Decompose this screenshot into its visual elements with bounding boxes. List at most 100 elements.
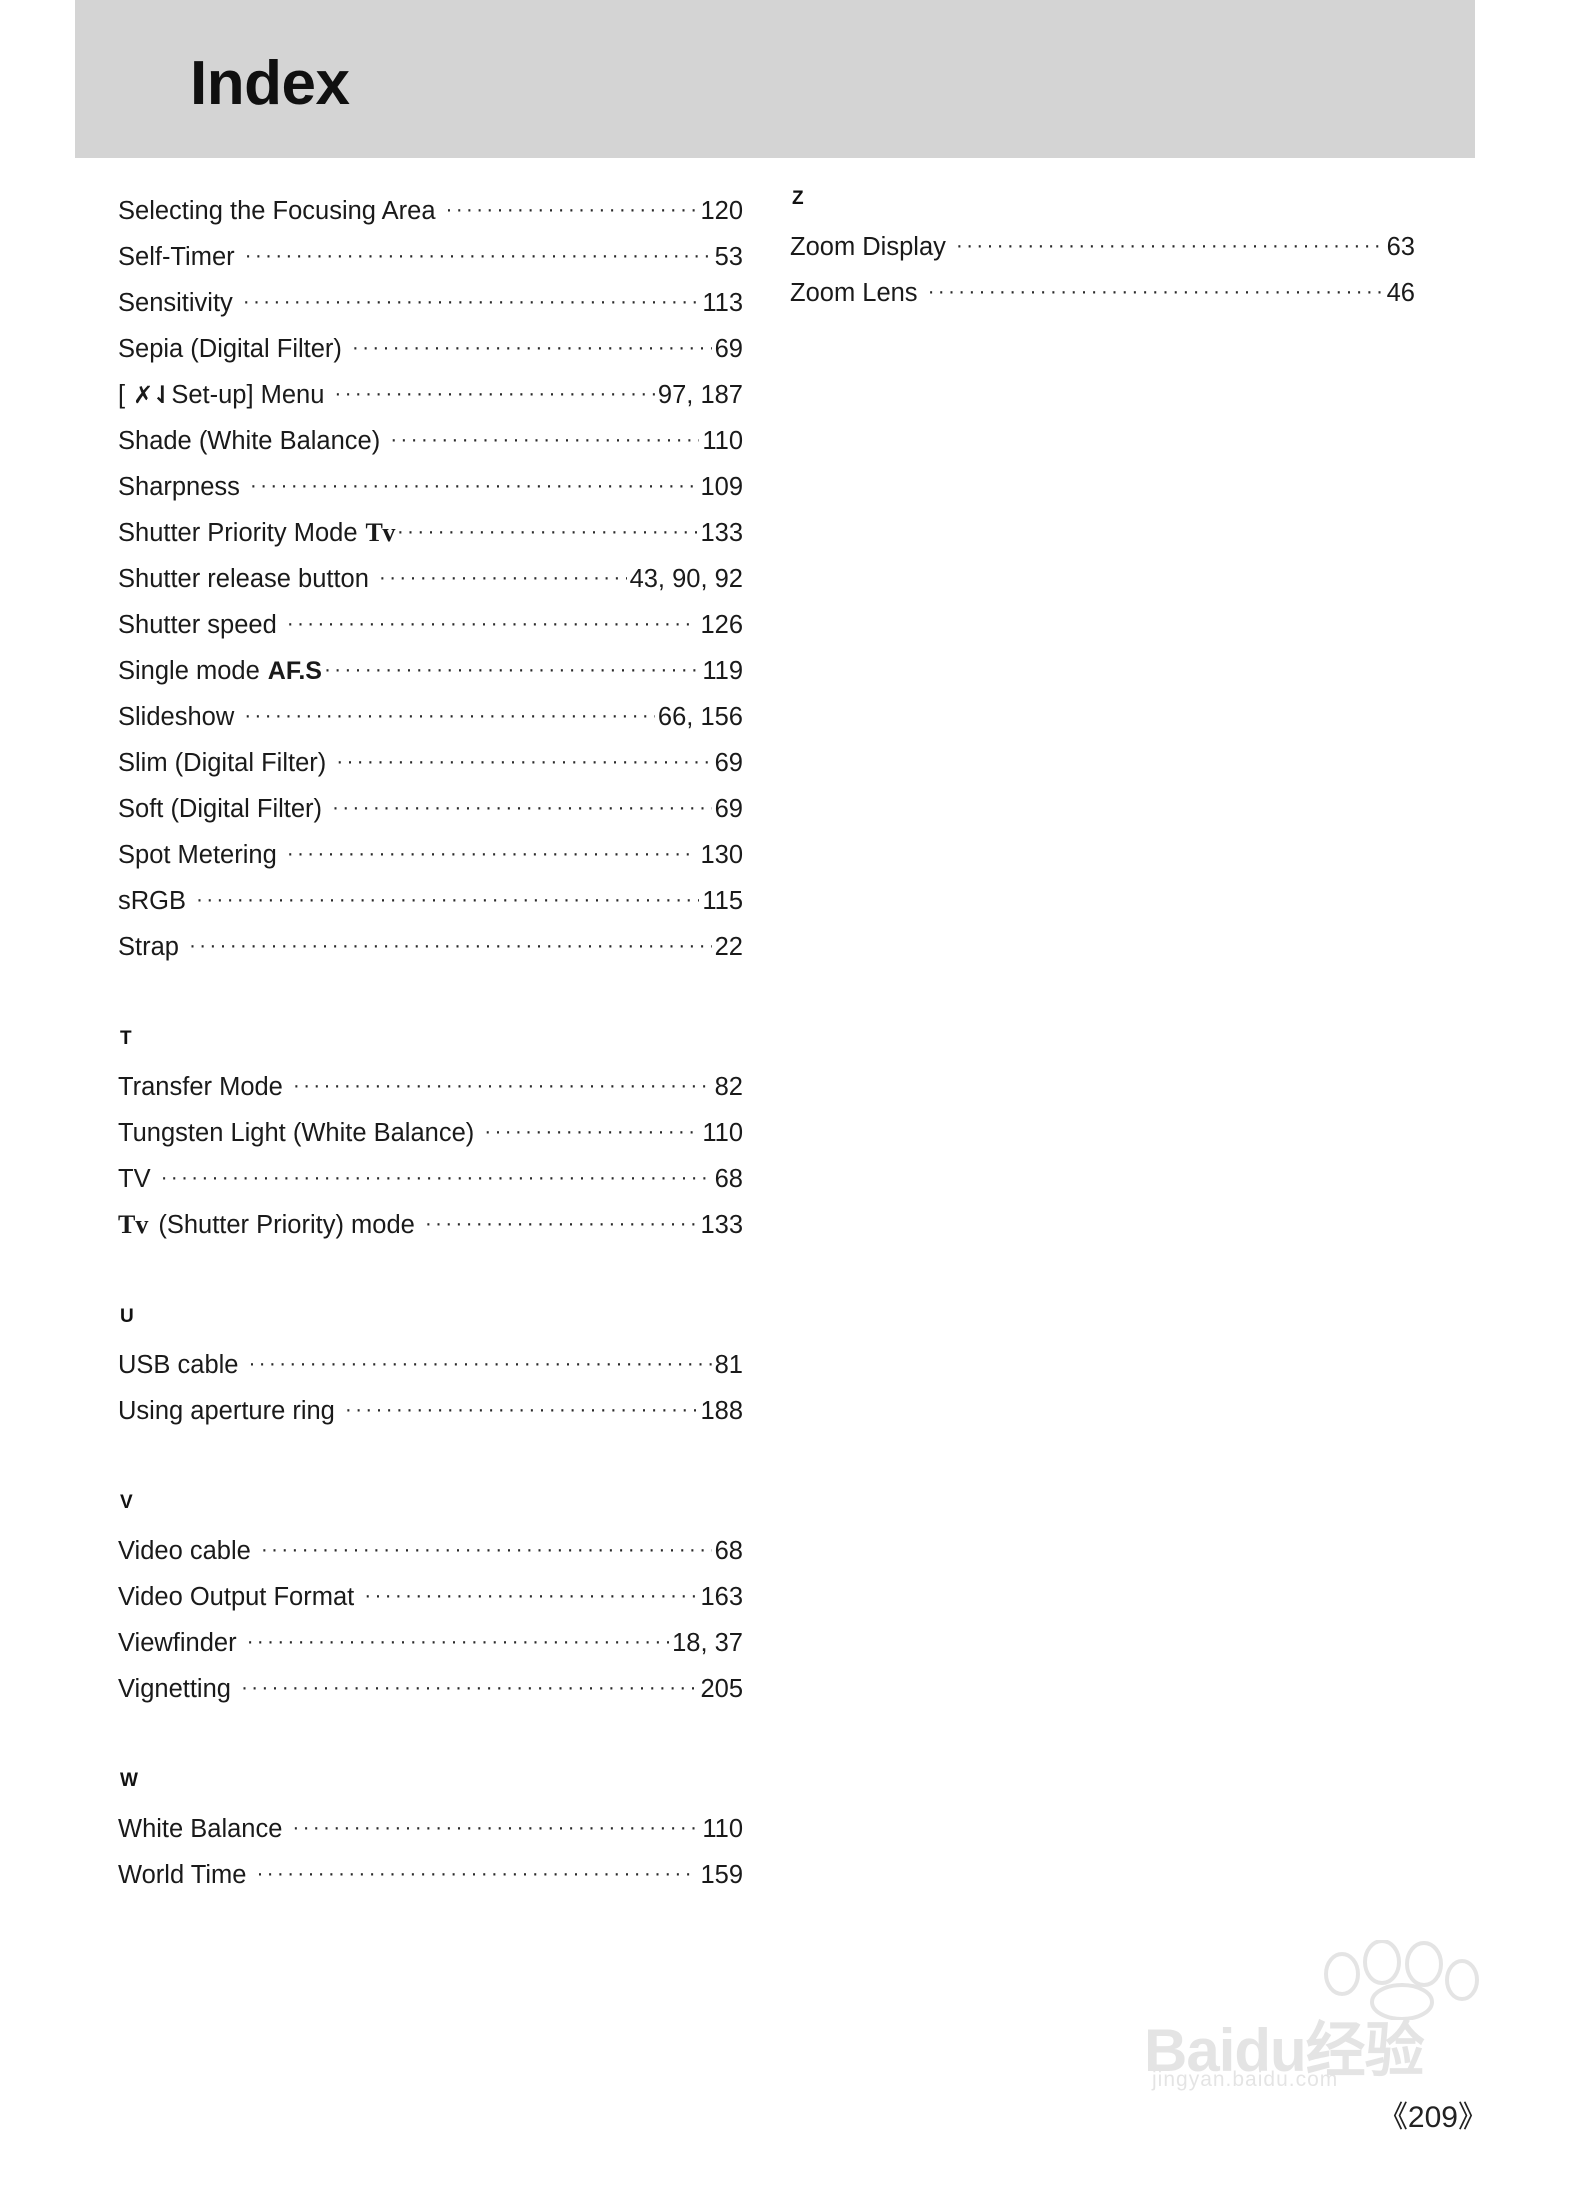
index-entry-page: 130: [700, 841, 743, 869]
leader-dots: ········································…: [286, 842, 698, 865]
index-entry-page: 43, 90, 92: [629, 565, 743, 593]
index-entry-label: [: [118, 381, 126, 409]
index-entry-page: 110: [702, 427, 743, 455]
index-entry-label: Sharpness: [118, 473, 240, 501]
index-entry[interactable]: Slim (Digital Filter) ···················…: [118, 740, 743, 786]
index-entry-page: 63: [1386, 233, 1415, 261]
index-entry-page: 18, 37: [672, 1629, 743, 1657]
index-entry-page: 22: [714, 933, 743, 961]
index-entry-page: 110: [702, 1119, 743, 1147]
index-entry[interactable]: Vignetting ······························…: [118, 1666, 743, 1712]
index-entry-label: Sepia (Digital Filter): [118, 335, 342, 363]
index-entry-label: Strap: [118, 933, 179, 961]
index-entry-label: Slideshow: [118, 703, 235, 731]
index-page: Index Selecting the Focusing Area ·······…: [0, 0, 1574, 2198]
index-entry-label: Vignetting: [118, 1675, 231, 1703]
setup-glyph-icon: ✗⇃: [133, 381, 172, 409]
index-entry-label: Shade (White Balance): [118, 427, 381, 455]
index-entry-page: 66, 156: [657, 703, 743, 731]
index-entry-label: Soft (Digital Filter): [118, 795, 323, 823]
leader-dots: ········································…: [240, 1676, 698, 1699]
index-entry[interactable]: Single mode AF.S ························…: [118, 648, 743, 694]
index-entry[interactable]: Viewfinder ······························…: [118, 1620, 743, 1666]
index-entry[interactable]: Slideshow ·······························…: [118, 694, 743, 740]
index-entry[interactable]: Shade (White Balance) ···················…: [118, 418, 743, 464]
index-entry-label: (Shutter Priority) mode: [158, 1211, 415, 1239]
index-entry[interactable]: Spot Metering ···························…: [118, 832, 743, 878]
index-entry-page: 120: [700, 197, 743, 225]
index-entry-label: Video Output Format: [118, 1583, 355, 1611]
leader-dots: ········································…: [256, 1862, 698, 1885]
index-section-letter: W: [120, 1770, 139, 1791]
index-entry[interactable]: Tv (Shutter Priority) mode ···············…: [118, 1202, 743, 1248]
index-entry-page: 81: [714, 1351, 743, 1379]
index-entry[interactable]: Self-Timer ······························…: [118, 234, 743, 280]
index-entry[interactable]: Selecting the Focusing Area ·············…: [118, 188, 743, 234]
index-entry-label: sRGB: [118, 887, 187, 915]
leader-dots: ········································…: [244, 244, 712, 267]
watermark: Baidu经验 jingyan.baidu.com: [1144, 1940, 1504, 2091]
leader-dots: ········································…: [378, 566, 627, 589]
index-section-letter: U: [120, 1306, 135, 1327]
index-entry[interactable]: Using aperture ring ·····················…: [118, 1388, 743, 1434]
index-entry-page: 69: [714, 335, 743, 363]
index-entry[interactable]: White Balance ···························…: [118, 1806, 743, 1852]
leader-dots: ········································…: [332, 796, 712, 819]
index-entry[interactable]: Sepia (Digital Filter) ··················…: [118, 326, 743, 372]
index-entry-label: Tungsten Light (White Balance): [118, 1119, 475, 1147]
index-entry[interactable]: Sharpness ·······························…: [118, 464, 743, 510]
index-entry-label: Slim (Digital Filter): [118, 749, 327, 777]
index-entry-label: Video cable: [118, 1537, 251, 1565]
index-entry-page: 68: [714, 1165, 743, 1193]
watermark-text: Baidu经验: [1144, 2017, 1425, 2084]
index-entry[interactable]: Shutter speed ···························…: [118, 602, 743, 648]
leader-dots: ········································…: [351, 336, 712, 359]
leader-dots: ········································…: [292, 1074, 712, 1097]
index-entry-label: Shutter speed: [118, 611, 277, 639]
leader-dots: ········································…: [445, 198, 698, 221]
index-entry-page: 188: [700, 1397, 743, 1425]
index-entry-page: 109: [700, 473, 743, 501]
index-entry-label-continued: Set-up] Menu: [171, 381, 325, 409]
index-entry[interactable]: Zoom Lens ·······························…: [790, 270, 1415, 316]
index-section-letter: Z: [792, 188, 805, 209]
index-entry[interactable]: World Time ······························…: [118, 1852, 743, 1898]
index-entry-page: 133: [700, 1211, 743, 1239]
index-entry-label: Zoom Display: [790, 233, 946, 261]
paw-logo-icon: [1324, 1940, 1479, 2020]
leader-dots: ········································…: [344, 1398, 698, 1421]
index-entry-label: World Time: [118, 1861, 247, 1889]
index-entry[interactable]: Sensitivity ·····························…: [118, 280, 743, 326]
index-entry-page: 115: [702, 887, 743, 915]
index-entry[interactable]: Video cable ·····························…: [118, 1528, 743, 1574]
leader-dots: ········································…: [196, 888, 699, 911]
leader-dots: ········································…: [396, 520, 698, 543]
index-entry[interactable]: USB cable ·······························…: [118, 1342, 743, 1388]
index-entry-label: Single mode: [118, 657, 260, 685]
index-section-letter: T: [120, 1028, 133, 1049]
watermark-subtext: jingyan.baidu.com: [1152, 2068, 1339, 2091]
index-entry-page: 113: [702, 289, 743, 317]
index-entry[interactable]: Video Output Format ·····················…: [118, 1574, 743, 1620]
index-entry[interactable]: Transfer Mode ···························…: [118, 1064, 743, 1110]
index-entry[interactable]: TV ······································…: [118, 1156, 743, 1202]
index-entry[interactable]: Soft (Digital Filter) ···················…: [118, 786, 743, 832]
index-entry[interactable]: Shutter Priority Mode Tv ················…: [118, 510, 743, 556]
index-entry[interactable]: Tungsten Light (White Balance) ··········…: [118, 1110, 743, 1156]
tv-glyph-icon: Tv: [365, 518, 396, 547]
index-entry-label: Transfer Mode: [118, 1073, 283, 1101]
index-entry-label: TV: [118, 1165, 151, 1193]
index-entry[interactable]: Strap ···································…: [118, 924, 743, 970]
index-entry-page: 110: [702, 1815, 743, 1843]
index-entry[interactable]: Zoom Display ····························…: [790, 224, 1415, 270]
afs-glyph-icon: AF.S: [267, 657, 322, 685]
leader-dots: ········································…: [927, 280, 1384, 303]
index-entry-label: USB cable: [118, 1351, 239, 1379]
index-entry[interactable]: Shutter release button ··················…: [118, 556, 743, 602]
leader-dots: ········································…: [249, 474, 698, 497]
index-entry[interactable]: sRGB ····································…: [118, 878, 743, 924]
mode-glyph-icon: Tv: [118, 1210, 149, 1239]
index-entry-page: 163: [700, 1583, 743, 1611]
index-entry-label: Using aperture ring: [118, 1397, 335, 1425]
index-entry[interactable]: [ ✗⇃ Set-up] Menu ·······················…: [118, 372, 743, 418]
